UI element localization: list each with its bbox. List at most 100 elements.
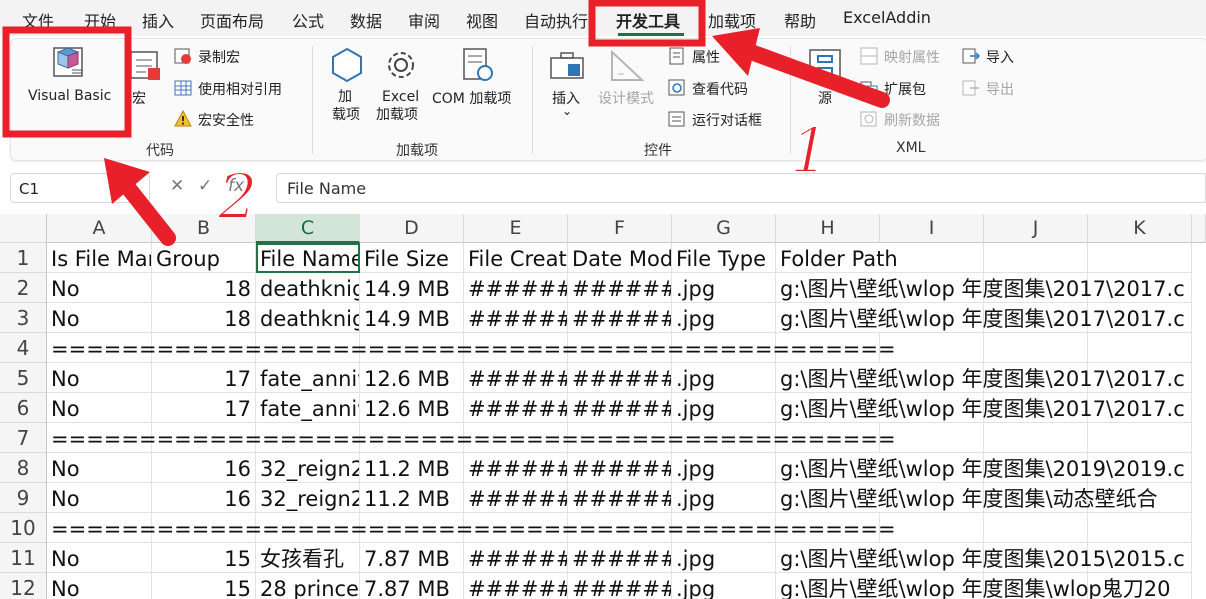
column-header[interactable]: B	[152, 214, 256, 243]
insert-function-icon[interactable]: fx	[228, 176, 244, 196]
cell[interactable]: 32_reign2	[256, 483, 360, 513]
header-cell[interactable]	[1088, 243, 1192, 273]
cell[interactable]: 12.6 MB	[360, 363, 464, 393]
cell[interactable]: g:\图片\壁纸\wlop 年度图集\2019\2019.c	[776, 453, 1185, 483]
cell[interactable]	[1088, 513, 1192, 543]
menu-review[interactable]: 审阅	[408, 8, 440, 32]
macro-security-button[interactable]: 宏安全性	[174, 109, 284, 131]
cell[interactable]: No	[47, 363, 152, 393]
cell[interactable]: ######	[568, 483, 672, 513]
relative-ref-button[interactable]: 使用相对引用	[174, 78, 304, 100]
cell[interactable]: ######	[464, 363, 568, 393]
cell[interactable]: .jpg	[672, 273, 776, 303]
cell[interactable]: 32_reign2	[256, 453, 360, 483]
header-cell[interactable]: Group	[152, 243, 256, 273]
import-button[interactable]: 导入	[962, 46, 1032, 68]
cell[interactable]: ######	[568, 543, 672, 573]
cell[interactable]: 12.6 MB	[360, 393, 464, 423]
cell[interactable]	[880, 423, 984, 453]
cell[interactable]: g:\图片\壁纸\wlop 年度图集\2017\2017.c	[776, 393, 1185, 423]
cell[interactable]	[984, 513, 1088, 543]
cell[interactable]: ######	[464, 303, 568, 333]
cell[interactable]: No	[47, 453, 152, 483]
expansion-packs-button[interactable]: 扩展包	[860, 78, 950, 100]
column-header[interactable]: F	[568, 214, 672, 243]
row-header[interactable]: 5	[0, 363, 47, 393]
cell[interactable]: fate_anniversary	[256, 393, 360, 423]
cell[interactable]: ######	[464, 393, 568, 423]
cell[interactable]: ######	[464, 543, 568, 573]
row-header[interactable]: 10	[0, 513, 47, 543]
formula-input[interactable]: File Name	[276, 173, 1206, 203]
cell[interactable]: 15	[152, 543, 256, 573]
cell[interactable]: 14.9 MB	[360, 273, 464, 303]
row-header[interactable]: 12	[0, 573, 47, 599]
name-box[interactable]: C1	[10, 173, 150, 203]
menu-home[interactable]: 开始	[84, 8, 116, 32]
separator-cell-text[interactable]: ========================================…	[47, 424, 896, 454]
menu-formulas[interactable]: 公式	[292, 8, 324, 32]
insert-control-button[interactable]: 插入 ⌄	[546, 46, 588, 126]
enter-icon[interactable]: ✓	[198, 176, 212, 196]
separator-cell-text[interactable]: ========================================…	[47, 334, 896, 364]
cell[interactable]: 18	[152, 273, 256, 303]
cell[interactable]: ######	[568, 303, 672, 333]
cell[interactable]: .jpg	[672, 543, 776, 573]
row-header[interactable]: 1	[0, 243, 47, 273]
addins-button[interactable]: 加 载项	[326, 46, 368, 126]
cell[interactable]: .jpg	[672, 303, 776, 333]
column-header[interactable]: C	[256, 214, 360, 243]
header-cell[interactable]: File Created	[464, 243, 568, 273]
cell[interactable]: .jpg	[672, 363, 776, 393]
cell[interactable]: g:\图片\壁纸\wlop 年度图集\动态壁纸合	[776, 483, 1158, 513]
row-header[interactable]: 4	[0, 333, 47, 363]
cell[interactable]: ######	[464, 573, 568, 599]
menu-help[interactable]: 帮助	[784, 8, 816, 32]
cell[interactable]: 28 princess	[256, 573, 360, 599]
cell[interactable]	[1088, 423, 1192, 453]
cell[interactable]: .jpg	[672, 573, 776, 599]
cell[interactable]: No	[47, 303, 152, 333]
column-header[interactable]: G	[672, 214, 776, 243]
cell[interactable]: No	[47, 573, 152, 599]
header-cell[interactable]: Folder Path	[776, 243, 898, 273]
worksheet-grid[interactable]: ABCDEFGHIJK 1Is File MarkedGroupFile Name…	[0, 214, 1206, 599]
menu-file[interactable]: 文件	[22, 8, 54, 32]
column-header[interactable]: I	[880, 214, 984, 243]
menu-insert[interactable]: 插入	[142, 8, 174, 32]
cell[interactable]: 7.87 MB	[360, 573, 464, 599]
cell[interactable]: No	[47, 273, 152, 303]
header-cell[interactable]: Is File Marked	[47, 243, 152, 273]
cell[interactable]	[880, 333, 984, 363]
cell[interactable]: deathknight	[256, 303, 360, 333]
cell[interactable]: 11.2 MB	[360, 453, 464, 483]
header-cell[interactable]: File Name	[256, 243, 360, 273]
cell[interactable]: 16	[152, 453, 256, 483]
header-cell[interactable]: File Size	[360, 243, 464, 273]
column-header[interactable]: E	[464, 214, 568, 243]
menu-view[interactable]: 视图	[466, 8, 498, 32]
column-header[interactable]: J	[984, 214, 1088, 243]
cell[interactable]: 17	[152, 393, 256, 423]
cell[interactable]: 15	[152, 573, 256, 599]
header-cell[interactable]: Date Modified	[568, 243, 672, 273]
column-header[interactable]: D	[360, 214, 464, 243]
record-macro-button[interactable]: 录制宏	[174, 46, 294, 68]
cell[interactable]	[1088, 333, 1192, 363]
cell[interactable]: No	[47, 543, 152, 573]
row-header[interactable]: 11	[0, 543, 47, 573]
cell[interactable]: .jpg	[672, 483, 776, 513]
column-header[interactable]: H	[776, 214, 880, 243]
properties-button[interactable]: 属性	[668, 46, 738, 68]
visual-basic-button[interactable]: Visual Basic	[20, 42, 120, 128]
cell[interactable]: ######	[464, 483, 568, 513]
excel-addins-button[interactable]: Excel 加载项	[376, 46, 428, 126]
cell[interactable]	[984, 333, 1088, 363]
xml-source-button[interactable]: 源	[802, 46, 848, 116]
cell[interactable]: g:\图片\壁纸\wlop 年度图集\2015\2015.c	[776, 543, 1185, 573]
cell[interactable]: deathknight	[256, 273, 360, 303]
cell[interactable]: fate_anniversary	[256, 363, 360, 393]
cell[interactable]: ######	[568, 573, 672, 599]
row-header[interactable]: 9	[0, 483, 47, 513]
header-cell[interactable]: File Type	[672, 243, 776, 273]
